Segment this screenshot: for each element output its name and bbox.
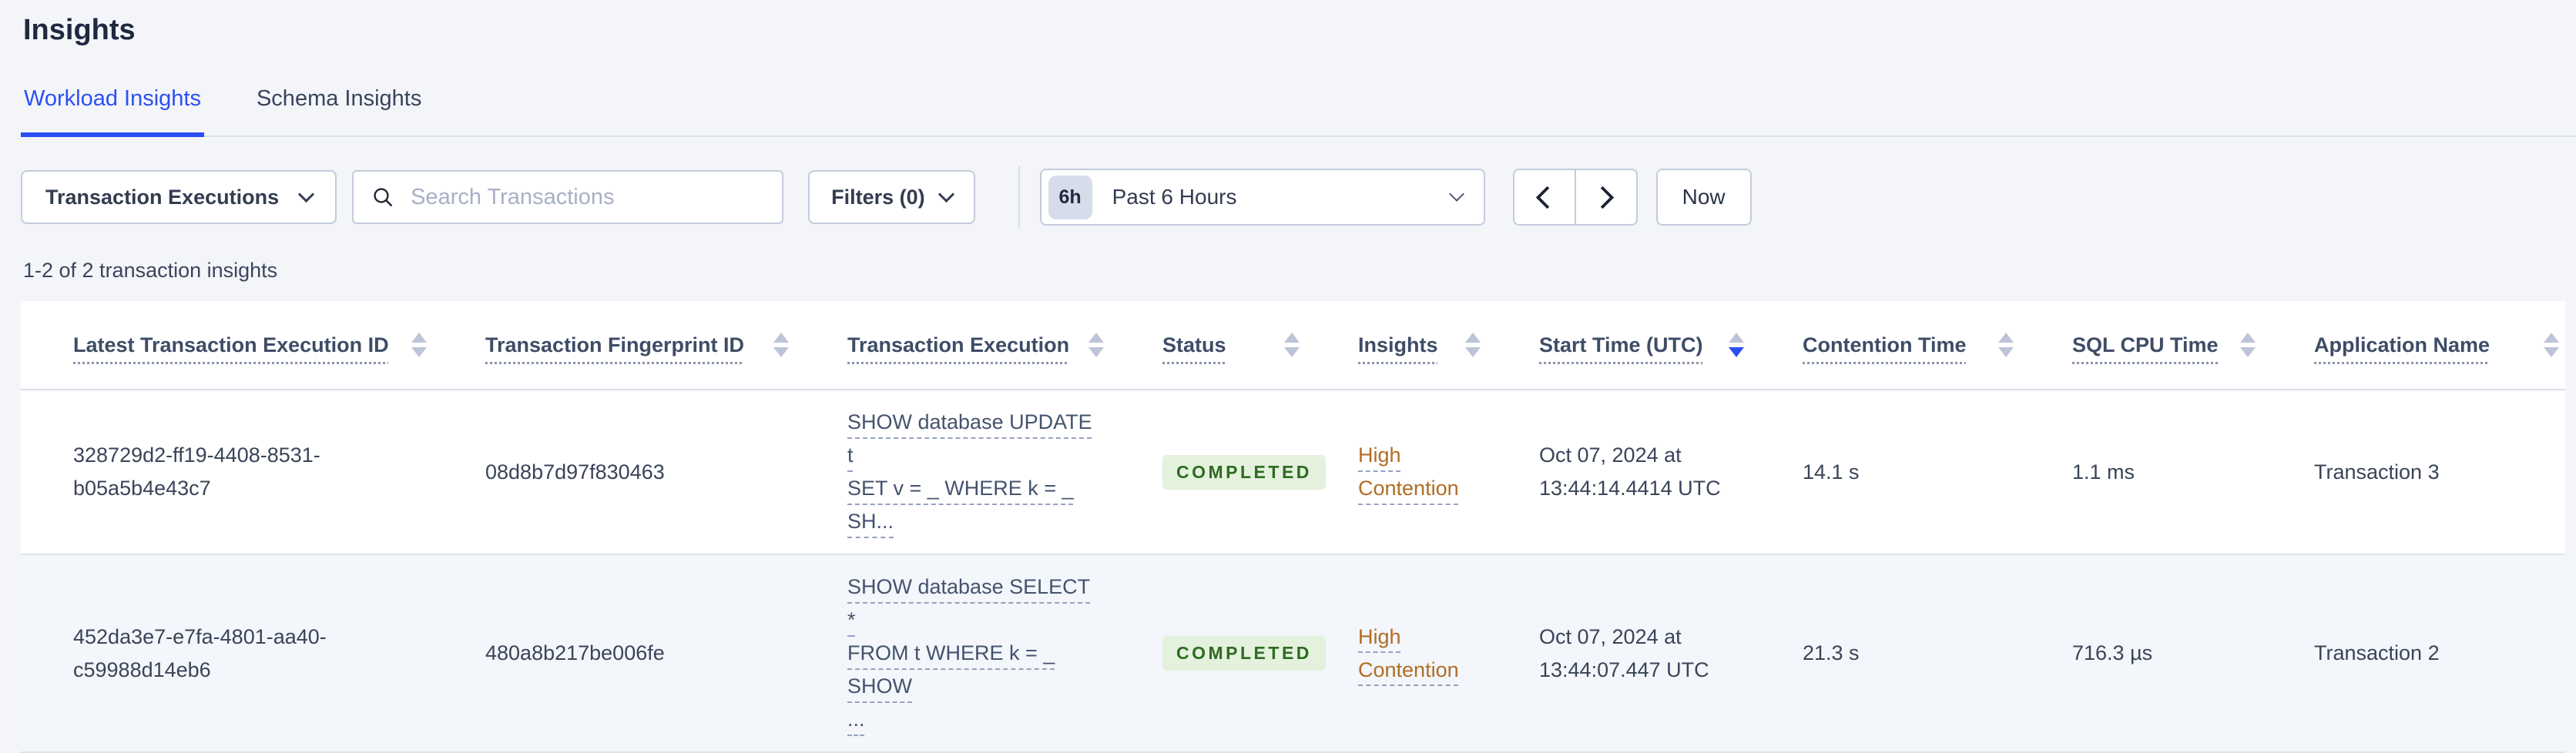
- insight-link[interactable]: High Contention: [1358, 625, 1459, 681]
- sort-arrows-icon[interactable]: [411, 333, 427, 357]
- cell-insights: High Contention: [1306, 423, 1487, 520]
- toolbar: Transaction Executions Filters (0) 6h Pa…: [21, 166, 2565, 228]
- time-range-dropdown[interactable]: 6h Past 6 Hours: [1039, 169, 1485, 226]
- table-row[interactable]: 328729d2-ff19-4408-8531- b05a5b4e43c7 08d…: [21, 390, 2565, 555]
- chevron-left-icon: [1535, 186, 1559, 209]
- tab-schema-insights[interactable]: Schema Insights: [253, 86, 424, 137]
- cell-app-name: Transaction 2: [2314, 641, 2440, 664]
- cell-status: COMPLETED: [1110, 621, 1326, 686]
- time-range-pager: [1512, 169, 1638, 226]
- column-label: Contention Time: [1803, 333, 1967, 356]
- column-header-start-time[interactable]: Start Time (UTC): [1487, 330, 1750, 361]
- sort-arrows-icon[interactable]: [1088, 333, 1104, 357]
- cell-execution-id: 452da3e7-e7fa-4801-aa40- c59988d14eb6: [73, 624, 327, 681]
- chevron-down-icon: [937, 186, 954, 202]
- transaction-execution-link[interactable]: SHOW database SELECT * FROM t WHERE k = …: [847, 575, 1090, 731]
- sort-arrows-icon[interactable]: [1998, 333, 2014, 357]
- column-label: Transaction Execution: [847, 333, 1070, 356]
- cell-status: COMPLETED: [1110, 440, 1326, 505]
- chevron-down-icon: [297, 186, 315, 202]
- next-range-button[interactable]: [1574, 170, 1636, 224]
- cell-execution: SHOW database SELECT * FROM t WHERE k = …: [795, 555, 1110, 751]
- column-header-fingerprint-id[interactable]: Transaction Fingerprint ID: [433, 330, 795, 361]
- search-icon: [374, 188, 393, 207]
- column-header-execution-id[interactable]: Latest Transaction Execution ID: [21, 330, 433, 361]
- column-header-status[interactable]: Status: [1110, 330, 1306, 361]
- status-badge: COMPLETED: [1162, 454, 1326, 490]
- column-label: Start Time (UTC): [1539, 333, 1703, 356]
- sort-arrows-icon[interactable]: [773, 333, 789, 357]
- column-label: Transaction Fingerprint ID: [485, 333, 745, 356]
- search-box[interactable]: [352, 170, 784, 224]
- sort-arrows-icon[interactable]: [1729, 333, 1744, 357]
- table-body: 328729d2-ff19-4408-8531- b05a5b4e43c7 08d…: [21, 390, 2565, 753]
- cell-sql-cpu-time: 716.3 µs: [2072, 641, 2153, 664]
- column-label: SQL CPU Time: [2072, 333, 2219, 356]
- sort-arrows-icon[interactable]: [2240, 333, 2256, 357]
- now-button[interactable]: Now: [1655, 169, 1752, 226]
- cell-sql-cpu-time: 1.1 ms: [2072, 460, 2135, 484]
- time-range-label: Past 6 Hours: [1112, 185, 1237, 209]
- column-header-contention-time[interactable]: Contention Time: [1750, 330, 2020, 361]
- cell-fingerprint-id: 480a8b217be006fe: [485, 641, 665, 664]
- column-header-sql-cpu-time[interactable]: SQL CPU Time: [2020, 330, 2262, 361]
- chevron-down-icon: [1448, 186, 1464, 202]
- column-header-insights[interactable]: Insights: [1306, 330, 1487, 361]
- toolbar-divider: [1018, 166, 1020, 228]
- cell-execution-id: 328729d2-ff19-4408-8531- b05a5b4e43c7: [73, 443, 320, 500]
- cell-app-name: Transaction 3: [2314, 460, 2440, 484]
- column-label: Insights: [1358, 333, 1438, 356]
- table-header-row: Latest Transaction Execution ID Transacti…: [21, 301, 2565, 390]
- filters-label: Filters (0): [831, 185, 925, 209]
- cell-start-time: Oct 07, 2024 at 13:44:07.447 UTC: [1539, 624, 1709, 681]
- column-header-app-name[interactable]: Application Name: [2262, 330, 2565, 361]
- page-title: Insights: [23, 14, 136, 46]
- search-input[interactable]: [409, 183, 766, 211]
- status-badge: COMPLETED: [1162, 636, 1326, 671]
- filters-button[interactable]: Filters (0): [808, 170, 975, 224]
- column-label: Latest Transaction Execution ID: [73, 333, 389, 356]
- cell-fingerprint-id: 08d8b7d97f830463: [485, 460, 665, 484]
- insight-link[interactable]: High Contention: [1358, 443, 1459, 500]
- table-row[interactable]: 452da3e7-e7fa-4801-aa40- c59988d14eb6 480…: [21, 555, 2565, 753]
- insights-table-card: Latest Transaction Execution ID Transacti…: [21, 301, 2565, 753]
- cell-execution: SHOW database UPDATE t SET v = _ WHERE k…: [795, 390, 1110, 554]
- sort-arrows-icon[interactable]: [1465, 333, 1481, 357]
- tab-bar: Workload Insights Schema Insights: [21, 86, 2576, 137]
- chevron-right-icon: [1591, 186, 1615, 209]
- cell-contention-time: 14.1 s: [1803, 460, 1860, 484]
- sort-arrows-icon[interactable]: [1284, 333, 1300, 357]
- transaction-execution-link[interactable]: SHOW database UPDATE t SET v = _ WHERE k…: [847, 410, 1092, 533]
- column-header-execution[interactable]: Transaction Execution: [795, 330, 1110, 361]
- column-label: Status: [1162, 333, 1226, 356]
- time-range-badge: 6h: [1048, 175, 1092, 219]
- cell-start-time: Oct 07, 2024 at 13:44:14.4414 UTC: [1539, 443, 1721, 500]
- execution-type-dropdown[interactable]: Transaction Executions: [21, 170, 337, 224]
- cell-contention-time: 21.3 s: [1803, 641, 1860, 664]
- prev-range-button[interactable]: [1514, 170, 1575, 224]
- results-summary: 1-2 of 2 transaction insights: [23, 259, 278, 282]
- sort-arrows-icon[interactable]: [2544, 333, 2559, 357]
- column-label: Application Name: [2314, 333, 2490, 356]
- execution-type-label: Transaction Executions: [45, 185, 280, 209]
- cell-insights: High Contention: [1306, 605, 1487, 702]
- tab-workload-insights[interactable]: Workload Insights: [21, 86, 204, 137]
